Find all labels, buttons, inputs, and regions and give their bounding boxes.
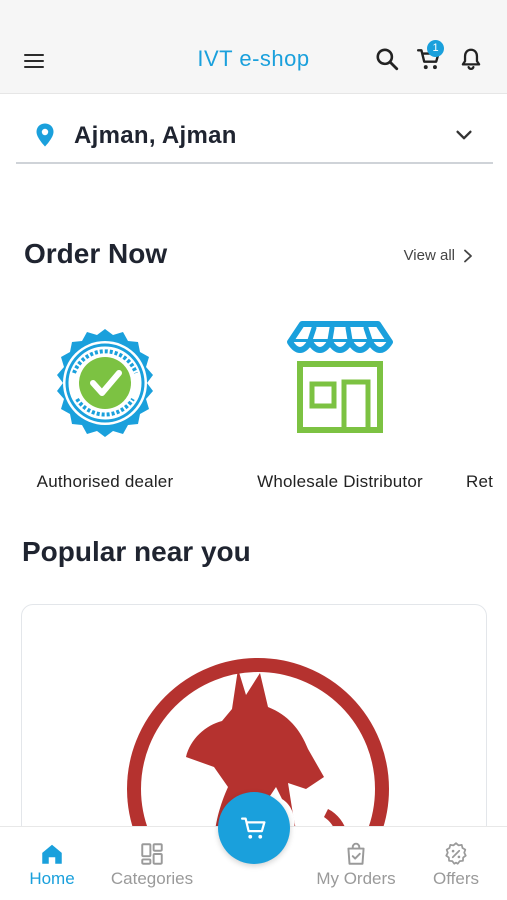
orders-icon xyxy=(347,842,365,865)
location-pin-icon xyxy=(36,123,54,147)
nav-offers[interactable]: Offers xyxy=(424,841,488,889)
cart-icon xyxy=(241,817,266,839)
nav-label: Categories xyxy=(110,869,194,888)
storefront-icon xyxy=(287,321,393,433)
status-bar xyxy=(0,0,507,24)
menu-icon[interactable] xyxy=(22,50,48,70)
view-all-link[interactable]: View all xyxy=(404,247,473,264)
nav-my-orders[interactable]: My Orders xyxy=(308,841,404,889)
nav-categories[interactable]: Categories xyxy=(104,841,200,889)
category-label: Ret xyxy=(466,472,494,491)
nav-label: My Orders xyxy=(316,869,396,888)
category-wholesale-distributor[interactable]: Wholesale Distributor xyxy=(250,308,430,492)
category-authorised-dealer[interactable]: Authorised dealer xyxy=(30,308,180,492)
bell-icon[interactable] xyxy=(458,46,484,72)
cart-count-badge: 1 xyxy=(427,40,444,57)
location-selector[interactable]: Ajman, Ajman xyxy=(16,108,493,164)
location-text: Ajman, Ajman xyxy=(74,122,237,149)
category-image-placeholder xyxy=(466,308,507,458)
chevron-right-icon xyxy=(464,249,472,262)
app-header: IVT e-shop 1 xyxy=(0,24,507,94)
chevron-down-icon xyxy=(456,130,472,140)
order-now-title: Order Now xyxy=(24,238,168,269)
nav-label: Home xyxy=(29,869,75,888)
popular-near-you-title: Popular near you xyxy=(22,536,251,567)
cart-fab-button[interactable] xyxy=(218,792,290,864)
search-icon[interactable] xyxy=(374,46,400,72)
category-label: Wholesale Distributor xyxy=(257,472,423,491)
nav-label: Offers xyxy=(433,869,479,888)
category-retail[interactable]: Ret xyxy=(466,308,507,492)
categories-icon xyxy=(141,843,163,865)
home-icon xyxy=(42,844,62,864)
offers-icon xyxy=(445,842,467,865)
category-label: Authorised dealer xyxy=(36,472,174,491)
nav-home[interactable]: Home xyxy=(22,841,82,889)
view-all-label: View all xyxy=(403,247,455,264)
authorised-dealer-badge xyxy=(57,329,153,437)
